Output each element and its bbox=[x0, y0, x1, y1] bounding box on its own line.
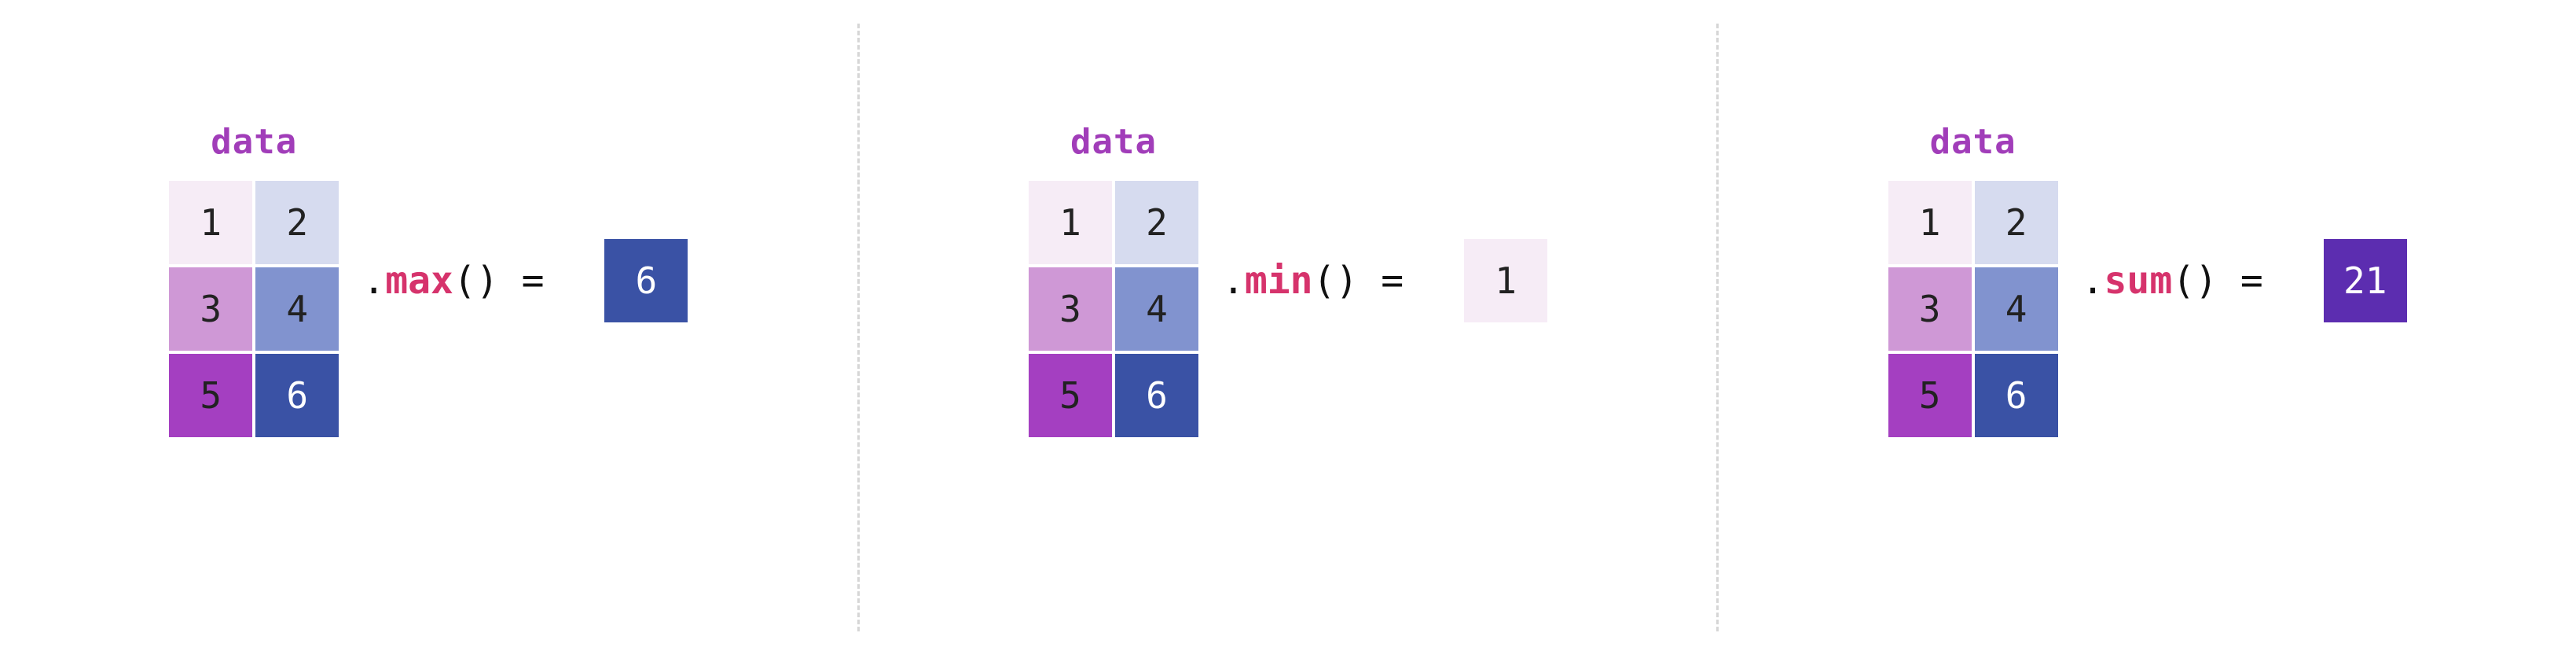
cell-0-1: 2 bbox=[1973, 179, 2060, 266]
data-block: data 1 2 3 4 5 6 bbox=[167, 122, 340, 439]
cell-0-1: 2 bbox=[254, 179, 340, 266]
op-row: .sum() = 21 bbox=[2082, 237, 2409, 324]
cell-2-1: 6 bbox=[1114, 352, 1200, 439]
cell-1-1: 4 bbox=[1973, 266, 2060, 352]
op-row: .min() = 1 bbox=[1222, 237, 1549, 324]
op-text: .min() = bbox=[1222, 259, 1426, 303]
op-dot: . bbox=[2082, 259, 2104, 303]
panel-min: data 1 2 3 4 5 6 .min() = 1 bbox=[860, 0, 1717, 655]
cell-2-1: 6 bbox=[1973, 352, 2060, 439]
cell-1-1: 4 bbox=[1114, 266, 1200, 352]
cell-2-1: 6 bbox=[254, 352, 340, 439]
panel-max: data 1 2 3 4 5 6 .max() = 6 bbox=[0, 0, 857, 655]
op-fn: min bbox=[1245, 259, 1313, 303]
result-cell: 6 bbox=[603, 237, 689, 324]
op-fn: sum bbox=[2104, 259, 2173, 303]
data-title: data bbox=[211, 122, 297, 162]
data-title: data bbox=[1070, 122, 1157, 162]
result-cell: 21 bbox=[2322, 237, 2409, 324]
data-block: data 1 2 3 4 5 6 bbox=[1887, 122, 2060, 439]
cell-2-0: 5 bbox=[167, 352, 254, 439]
diagram-canvas: data 1 2 3 4 5 6 .max() = 6 data 1 2 3 bbox=[0, 0, 2576, 655]
cell-0-1: 2 bbox=[1114, 179, 1200, 266]
op-row: .max() = 6 bbox=[362, 237, 689, 324]
op-paren: () bbox=[453, 259, 499, 303]
panel-sum: data 1 2 3 4 5 6 .sum() = 21 bbox=[1719, 0, 2576, 655]
op-dot: . bbox=[362, 259, 385, 303]
cell-1-1: 4 bbox=[254, 266, 340, 352]
result-cell: 1 bbox=[1462, 237, 1549, 324]
cell-1-0: 3 bbox=[1887, 266, 1973, 352]
cell-1-0: 3 bbox=[1027, 266, 1114, 352]
cell-1-0: 3 bbox=[167, 266, 254, 352]
op-paren: () bbox=[2172, 259, 2218, 303]
cell-2-0: 5 bbox=[1887, 352, 1973, 439]
op-text: .sum() = bbox=[2082, 259, 2286, 303]
data-title: data bbox=[1930, 122, 2016, 162]
op-text: .max() = bbox=[362, 259, 567, 303]
op-eq: = bbox=[1358, 259, 1426, 303]
op-eq: = bbox=[499, 259, 567, 303]
cell-0-0: 1 bbox=[167, 179, 254, 266]
data-grid: 1 2 3 4 5 6 bbox=[1887, 179, 2060, 439]
op-eq: = bbox=[2218, 259, 2286, 303]
data-grid: 1 2 3 4 5 6 bbox=[1027, 179, 1200, 439]
op-fn: max bbox=[385, 259, 453, 303]
op-paren: () bbox=[1313, 259, 1359, 303]
cell-2-0: 5 bbox=[1027, 352, 1114, 439]
op-dot: . bbox=[1222, 259, 1245, 303]
cell-0-0: 1 bbox=[1027, 179, 1114, 266]
data-grid: 1 2 3 4 5 6 bbox=[167, 179, 340, 439]
cell-0-0: 1 bbox=[1887, 179, 1973, 266]
data-block: data 1 2 3 4 5 6 bbox=[1027, 122, 1200, 439]
